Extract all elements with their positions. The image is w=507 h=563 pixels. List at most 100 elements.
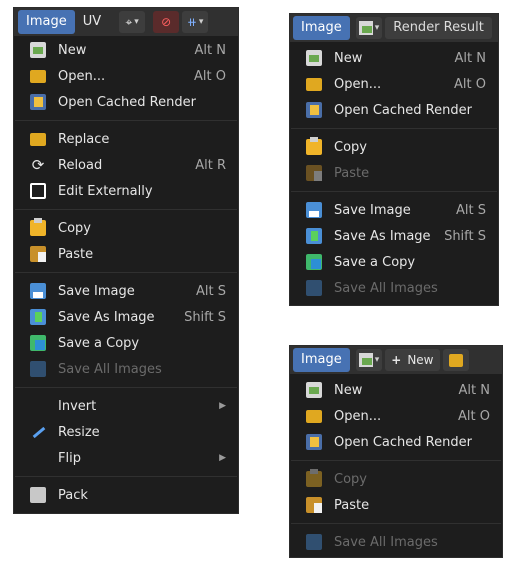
shortcut: Alt N (454, 50, 486, 66)
menu-item-new[interactable]: New Alt N (290, 377, 502, 403)
tab-image[interactable]: Image (293, 348, 350, 372)
menu-item-label: Open Cached Render (58, 94, 196, 110)
menu-item-label: Save As Image (334, 228, 431, 244)
paste-icon (306, 497, 322, 513)
menu-item-save-a-copy[interactable]: Save a Copy (14, 330, 238, 356)
menu-item-reload[interactable]: ⟳ Reload Alt R (14, 152, 238, 178)
menu-item-label: Open... (334, 408, 382, 424)
tab-uv[interactable]: UV (75, 10, 109, 34)
menu-item-save-as-image[interactable]: Save As Image Shift S (290, 223, 498, 249)
image-browse-dropdown[interactable]: ▾ (355, 17, 383, 39)
folder-icon (30, 69, 46, 83)
submenu-arrow-icon: ▶ (219, 453, 226, 463)
menu-item-resize[interactable]: Resize (14, 419, 238, 445)
menu-item-new[interactable]: New Alt N (14, 37, 238, 63)
image-name-field[interactable]: Render Result (385, 17, 492, 39)
menu-item-save-image[interactable]: Save Image Alt S (290, 197, 498, 223)
menu-item-paste[interactable]: Paste (290, 492, 502, 518)
menu-item-label: Edit Externally (58, 183, 153, 199)
menu-item-label: Save All Images (334, 534, 438, 550)
save-icon (306, 202, 322, 218)
paste-icon (30, 246, 46, 262)
separator (291, 191, 497, 192)
menu-item-paste[interactable]: Paste (14, 241, 238, 267)
menu-item-open[interactable]: Open... Alt O (14, 63, 238, 89)
menu-item-save-image[interactable]: Save Image Alt S (14, 278, 238, 304)
shortcut: Alt S (456, 202, 486, 218)
new-image-button[interactable]: + New (385, 349, 440, 371)
menu-item-label: Save All Images (58, 361, 162, 377)
menu-item-save-all-images: Save All Images (14, 356, 238, 382)
menu-item-edit-externally[interactable]: Edit Externally (14, 178, 238, 204)
external-edit-icon (30, 183, 46, 199)
menu-item-open[interactable]: Open... Alt O (290, 403, 502, 429)
menu-item-save-as-image[interactable]: Save As Image Shift S (14, 304, 238, 330)
tab-image[interactable]: Image (18, 10, 75, 34)
menu-item-new[interactable]: New Alt N (290, 45, 498, 71)
pivot-icon: ⌖ (125, 14, 133, 29)
menu-item-save-all-images: Save All Images (290, 529, 502, 555)
menu-item-save-a-copy[interactable]: Save a Copy (290, 249, 498, 275)
menu-item-copy[interactable]: Copy (290, 134, 498, 160)
folder-icon (306, 77, 322, 91)
new-image-icon (30, 42, 46, 58)
chevron-down-icon: ▾ (374, 355, 380, 365)
shortcut: Alt R (195, 157, 226, 173)
shortcut: Shift S (184, 309, 226, 325)
save-all-icon (30, 361, 46, 377)
menu-item-open-cached-render[interactable]: Open Cached Render (14, 89, 238, 115)
menu-item-label: Open... (334, 76, 382, 92)
open-image-button[interactable] (442, 349, 469, 371)
menu-item-label: Paste (334, 497, 370, 513)
menu-item-label: Save All Images (334, 280, 438, 296)
save-all-icon (306, 534, 322, 550)
image-icon (358, 353, 373, 367)
menu-item-open-cached-render[interactable]: Open Cached Render (290, 429, 502, 455)
submenu-arrow-icon: ▶ (219, 401, 226, 411)
new-image-icon (306, 50, 322, 66)
cached-render-icon (30, 94, 46, 110)
menu-item-label: Paste (58, 246, 94, 262)
blank-icon (30, 450, 46, 466)
shortcut: Alt S (196, 283, 226, 299)
folder-icon (30, 132, 46, 146)
menu-item-invert[interactable]: Invert ▶ (14, 393, 238, 419)
snap-target-dropdown[interactable]: ⧺ ▾ (182, 11, 209, 33)
chevron-down-icon: ▾ (374, 23, 380, 33)
separator (15, 272, 237, 273)
tab-image[interactable]: Image (293, 16, 350, 40)
copy-icon (306, 137, 322, 155)
paste-icon (306, 165, 322, 181)
save-copy-icon (306, 254, 322, 270)
menu-item-flip[interactable]: Flip ▶ (14, 445, 238, 471)
menu-item-label: Open Cached Render (334, 434, 472, 450)
menu-item-open[interactable]: Open... Alt O (290, 71, 498, 97)
shortcut: Alt O (454, 76, 486, 92)
image-menu-panel-1: Image UV ⌖ ▾ ⊘ ⧺ ▾ New Alt N Open... Alt O… (13, 7, 239, 514)
menu-item-copy[interactable]: Copy (14, 215, 238, 241)
blank-icon (30, 398, 46, 414)
folder-icon (448, 353, 463, 367)
save-as-icon (306, 228, 322, 244)
menu-item-replace[interactable]: Replace (14, 126, 238, 152)
pivot-dropdown[interactable]: ⌖ ▾ (119, 11, 146, 33)
snap-toggle[interactable]: ⊘ (153, 11, 180, 33)
menu-item-save-all-images: Save All Images (290, 275, 498, 301)
editor-header: Image ▾ + New (290, 346, 502, 374)
menu-item-label: Pack (58, 487, 88, 503)
menu-item-label: Save a Copy (58, 335, 140, 351)
menu-item-label: Open... (58, 68, 106, 84)
separator (15, 387, 237, 388)
pack-icon (30, 487, 46, 503)
menu-item-label: Save a Copy (334, 254, 416, 270)
plus-icon: + (391, 353, 402, 367)
menu-item-label: Flip (58, 450, 81, 466)
save-copy-icon (30, 335, 46, 351)
menu-item-pack[interactable]: Pack (14, 482, 238, 508)
image-browse-dropdown[interactable]: ▾ (355, 349, 383, 371)
cached-render-icon (306, 434, 322, 450)
menu-item-label: Reload (58, 157, 103, 173)
folder-icon (306, 409, 322, 423)
shortcut: Alt N (194, 42, 226, 58)
menu-item-open-cached-render[interactable]: Open Cached Render (290, 97, 498, 123)
